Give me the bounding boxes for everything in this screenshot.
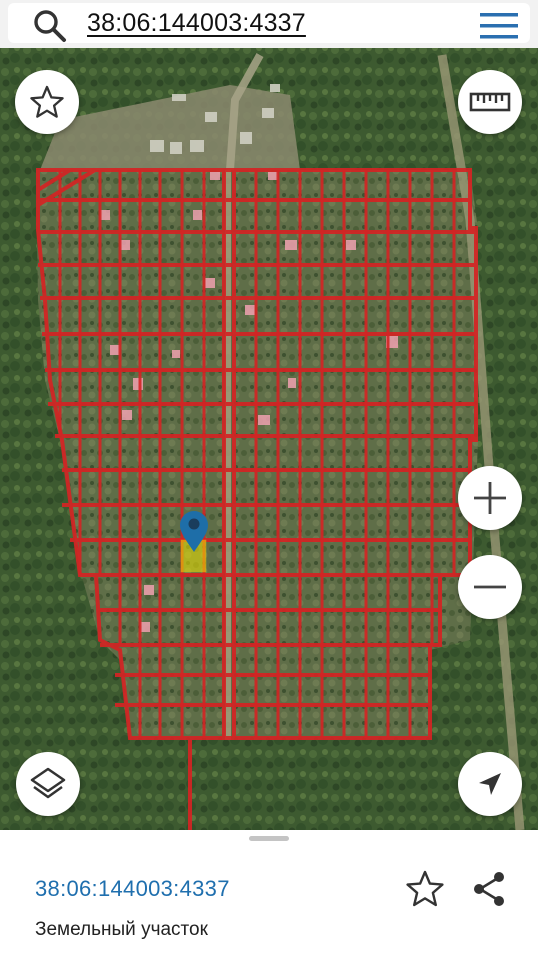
search-query[interactable]: 38:06:144003:4337 [87,9,306,38]
search-bar: 38:06:144003:4337 [0,0,538,48]
ruler-button[interactable] [458,70,522,134]
search-icon[interactable] [32,8,68,44]
plus-icon [474,482,506,514]
search-field[interactable]: 38:06:144003:4337 [8,3,530,43]
ruler-icon [469,92,511,112]
share-icon[interactable] [470,870,508,908]
star-icon[interactable] [405,869,445,909]
layers-icon [30,767,66,799]
hamburger-menu-icon[interactable] [478,11,520,41]
satellite-map [0,48,538,830]
locate-button[interactable] [458,752,522,816]
zoom-out-button[interactable] [458,555,522,619]
cadastral-number[interactable]: 38:06:144003:4337 [35,876,230,902]
zoom-in-button[interactable] [458,466,522,530]
parcel-info-sheet[interactable]: 38:06:144003:4337 Земельный участок [0,830,538,960]
map-view[interactable] [0,48,538,830]
layers-button[interactable] [16,752,80,816]
drag-handle[interactable] [249,836,289,841]
minus-icon [474,585,506,589]
parcel-type-label: Земельный участок [35,919,208,940]
navigation-arrow-icon [479,773,501,795]
star-icon [30,85,64,118]
favorite-map-button[interactable] [15,70,79,134]
